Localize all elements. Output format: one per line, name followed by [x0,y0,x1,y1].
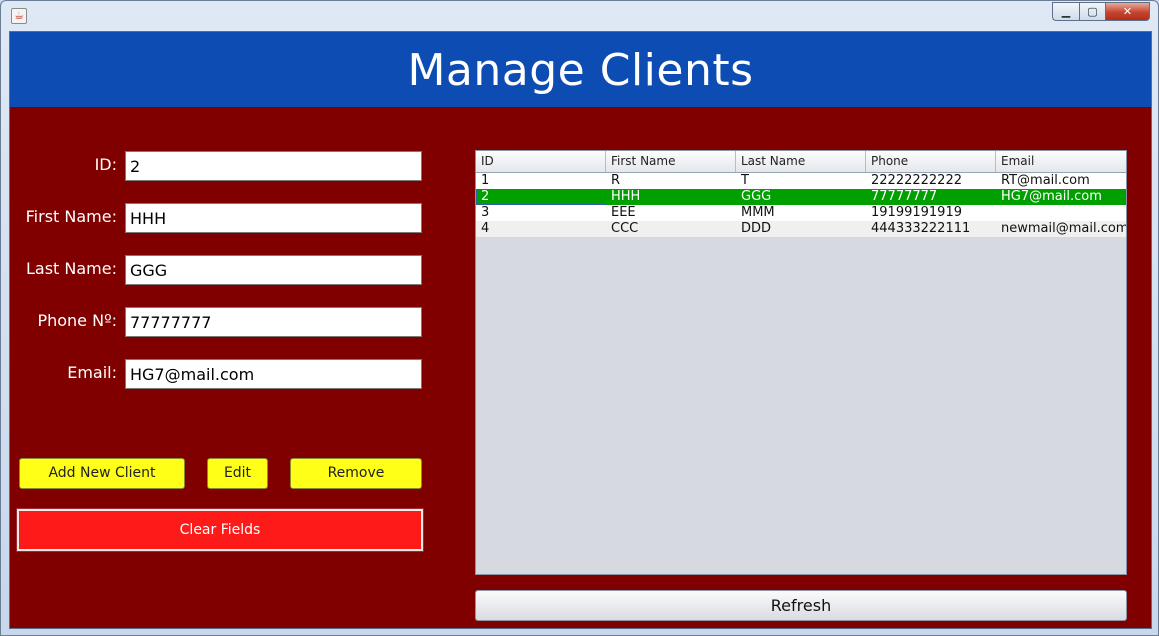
maximize-icon[interactable]: ▢ [1079,2,1105,21]
clients-table[interactable]: ID First Name Last Name Phone Email 1 R … [475,150,1127,575]
title-bar[interactable]: ☕ ▁ ▢ ✕ [1,1,1158,31]
cell-email: newmail@mail.com [1001,221,1126,236]
phone-label: Phone Nº: [37,311,117,330]
cell-phone: 22222222222 [871,173,962,188]
phone-field[interactable] [125,307,422,337]
first-name-label: First Name: [25,207,117,226]
cell-id: 2 [476,189,606,205]
edit-button[interactable]: Edit [207,458,268,489]
add-new-client-button[interactable]: Add New Client [19,458,185,489]
column-header-phone[interactable]: Phone [866,151,996,172]
close-icon[interactable]: ✕ [1105,2,1150,21]
email-field[interactable] [125,359,422,389]
table-header: ID First Name Last Name Phone Email [476,151,1126,173]
table-row-selected[interactable]: 2 HHH GGG 77777777 HG7@mail.com [476,189,1126,205]
minimize-icon[interactable]: ▁ [1052,2,1079,21]
cell-phone: 444333222111 [871,221,971,236]
column-header-last-name[interactable]: Last Name [736,151,866,172]
clear-fields-button[interactable]: Clear Fields [16,508,424,552]
cell-phone: 77777777 [871,189,938,204]
cell-last-name: MMM [741,205,775,220]
table-row[interactable]: 4 CCC DDD 444333222111 newmail@mail.com [476,221,1126,237]
id-field[interactable] [125,151,422,181]
first-name-field[interactable] [125,203,422,233]
id-row: ID: [10,151,422,181]
last-name-row: Last Name: [10,255,422,285]
cell-phone: 19199191919 [871,205,962,220]
cell-last-name: GGG [741,189,772,204]
cell-email: RT@mail.com [1001,173,1090,188]
header-banner: Manage Clients [10,32,1151,107]
cell-id: 3 [481,205,490,220]
phone-row: Phone Nº: [10,307,422,337]
cell-last-name: DDD [741,221,772,236]
column-header-id[interactable]: ID [476,151,606,172]
cell-id: 1 [481,173,490,188]
email-row: Email: [10,359,422,389]
window-controls: ▁ ▢ ✕ [1052,2,1150,21]
main-content: Manage Clients ID: First Name: Last Name… [9,31,1152,629]
first-name-row: First Name: [10,203,422,233]
cell-id: 4 [481,221,490,236]
cell-first-name: HHH [611,189,641,204]
cell-last-name: T [741,173,749,188]
column-header-first-name[interactable]: First Name [606,151,736,172]
email-label: Email: [67,363,117,382]
table-row[interactable]: 1 R T 22222222222 RT@mail.com [476,173,1126,189]
cell-first-name: R [611,173,621,188]
java-icon: ☕ [11,8,27,24]
cell-first-name: EEE [611,205,636,220]
cell-email [996,205,1126,221]
column-header-email[interactable]: Email [996,151,1126,172]
cell-first-name: CCC [611,221,639,236]
last-name-field[interactable] [125,255,422,285]
id-label: ID: [94,155,117,174]
app-window: ☕ ▁ ▢ ✕ Manage Clients ID: First Name: L… [0,0,1159,636]
last-name-label: Last Name: [25,259,117,278]
table-row[interactable]: 3 EEE MMM 19199191919 [476,205,1126,221]
page-title: Manage Clients [407,45,754,96]
cell-email: HG7@mail.com [1001,189,1102,204]
remove-button[interactable]: Remove [290,458,422,489]
refresh-button[interactable]: Refresh [475,590,1127,621]
